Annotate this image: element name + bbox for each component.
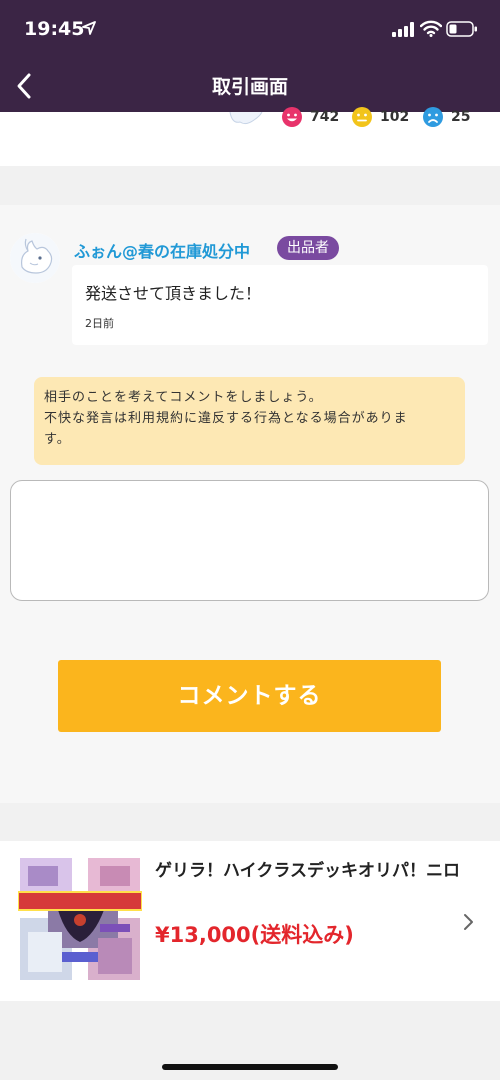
page-title: 取引画面 [211, 76, 288, 98]
location-arrow-icon [82, 21, 96, 35]
seller-rating-card: 742 102 25 [0, 107, 500, 166]
rating-neutral-count: 102 [380, 109, 410, 125]
seller-badge: 出品者 [277, 236, 339, 260]
submit-comment-button[interactable]: コメントする [58, 660, 441, 732]
rating-bad: 25 [423, 105, 470, 129]
wifi-icon [420, 20, 442, 37]
rating-bad-count: 25 [451, 109, 471, 125]
rating-good: 742 [282, 105, 339, 129]
commenter-username[interactable]: ふぉん@春の在庫処分中 [74, 238, 250, 262]
status-time: 19:45 [24, 18, 85, 40]
notice-line-1: 相手のことを考えてコメントをしましょう。 [44, 390, 323, 405]
home-indicator[interactable] [162, 1064, 338, 1070]
product-price: ¥13,000(送料込み) [155, 923, 354, 947]
avatar[interactable] [10, 233, 60, 283]
neutral-face-icon [352, 107, 372, 127]
happy-face-icon [282, 107, 302, 127]
comment-bubble: 発送させて頂きました！ 2日前 [72, 265, 488, 345]
notice-line-2: 不快な発言は利用規約に違反する行為となる場合がありま [44, 411, 408, 426]
rating-good-count: 742 [310, 109, 340, 125]
product-name[interactable]: ゲリラ！ハイクラスデッキオリパ！ニロ [155, 859, 465, 883]
sad-face-icon [423, 107, 443, 127]
comment-timestamp: 2日前 [85, 317, 114, 330]
product-thumbnail [17, 858, 143, 982]
product-image-icon [17, 858, 143, 980]
pokemon-illustration-icon [229, 112, 263, 125]
product-card[interactable]: ゲリラ！ハイクラスデッキオリパ！ニロ ¥13,000(送料込み) [0, 841, 500, 1001]
notice-line-3: す。 [44, 432, 71, 447]
chevron-right-icon[interactable] [462, 911, 476, 933]
cellular-signal-icon [392, 22, 414, 37]
rating-neutral: 102 [352, 105, 409, 129]
status-bar: 19:45 [0, 0, 500, 60]
pokemon-avatar-icon [10, 233, 60, 283]
comment-input[interactable] [10, 480, 489, 601]
battery-icon [446, 21, 477, 37]
comment-notice: 相手のことを考えてコメントをしましょう。 不快な発言は利用規約に違反する行為とな… [34, 377, 465, 465]
comment-text: 発送させて頂きました！ [85, 284, 262, 303]
comment-section: ふぉん@春の在庫処分中 出品者 発送させて頂きました！ 2日前 相手のことを考え… [0, 205, 500, 803]
